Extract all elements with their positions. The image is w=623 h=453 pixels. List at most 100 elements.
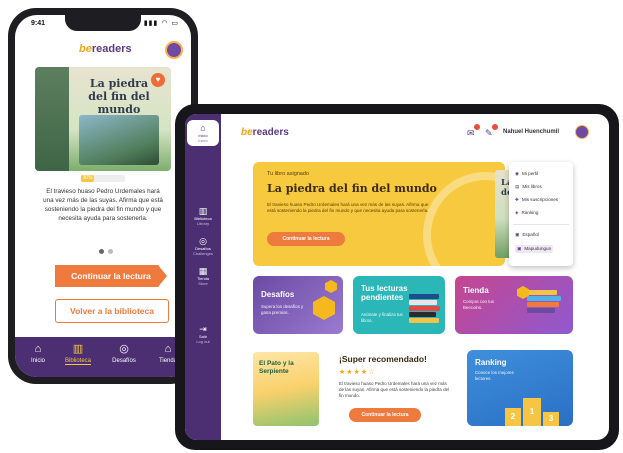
menu-item-my-books[interactable]: ▤ Mis libros xyxy=(515,184,542,190)
store-icon: ▦ xyxy=(198,266,208,276)
nav-label: Inicio xyxy=(30,358,45,364)
reading-progress-bar: 30% xyxy=(81,175,125,182)
continue-reading-button[interactable]: Continuar la lectura xyxy=(55,265,167,287)
nav-item-inicio[interactable]: ⌂ Inicio xyxy=(21,343,55,364)
card-ranking[interactable]: Ranking Conoce los mejores lectores. 2 1… xyxy=(467,350,573,426)
podium-second: 2 xyxy=(505,408,521,426)
reading-progress-fill: 30% xyxy=(81,175,95,182)
card-subtitle: Conoce los mejores lectores. xyxy=(475,370,514,381)
carousel-dots xyxy=(97,241,115,259)
card-subtitle: Supera los desafíos y gana premios. xyxy=(261,304,304,315)
tablet-screen: ⌂ Inicio Inicio ▥ Biblioteca Library ◎ D… xyxy=(185,114,609,440)
menu-item-lang-mapudungun[interactable]: ▣ Mapudungun xyxy=(515,245,554,253)
nav-label: Biblioteca xyxy=(64,358,91,365)
super-recommended-section: El Pato y la Serpiente ¡Super recomendad… xyxy=(253,344,453,432)
menu-item-lang-espanol[interactable]: ▣ Español xyxy=(515,232,539,238)
phone-header: bereaders xyxy=(15,35,191,63)
menu-item-ranking[interactable]: ◈ Ranking xyxy=(515,210,538,216)
hero-eyebrow: Tu libro asignado xyxy=(267,171,309,177)
sidebar-item-sublabel: Log out xyxy=(196,339,210,344)
carousel-dot[interactable] xyxy=(108,249,113,254)
menu-item-profile[interactable]: ◉ Mi perfil xyxy=(515,171,538,177)
carousel-dot-active[interactable] xyxy=(99,249,104,254)
sidebar-item-tienda[interactable]: ▦ Tienda Store xyxy=(187,266,219,286)
app-logo[interactable]: bereaders xyxy=(241,127,289,138)
book-cover-illustration xyxy=(79,115,159,165)
phone-device: 9:41 ▮▮▮ ◠ ▭ bereaders La piedra del fin… xyxy=(8,8,198,384)
hero-title: La piedra del fin del mundo xyxy=(267,182,437,195)
avatar[interactable] xyxy=(575,125,589,139)
user-name[interactable]: Nahuel Huenchumil xyxy=(503,129,559,135)
book-cover[interactable]: La piedra del fin del mundo ♥ xyxy=(35,67,171,171)
card-subtitle: Compra con tus Beecoins. xyxy=(463,299,494,310)
phone-screen: 9:41 ▮▮▮ ◠ ▭ bereaders La piedra del fin… xyxy=(15,15,191,377)
sidebar-item-inicio[interactable]: ⌂ Inicio Inicio xyxy=(187,120,219,146)
status-time: 9:41 xyxy=(31,20,46,27)
card-subtitle: Anímate y finaliza tus libros. xyxy=(361,312,403,323)
gift-books-icon xyxy=(527,290,563,314)
book-cover-title: La piedra del fin del mundo xyxy=(88,77,150,116)
assigned-book-banner: Tu libro asignado La piedra del fin del … xyxy=(253,162,505,266)
user-menu-dropdown: ◉ Mi perfil ▤ Mis libros ✚ Mis suscripcione… xyxy=(509,162,573,266)
recommended-description: El travieso huaso Pedro Urdemales hará u… xyxy=(339,381,450,398)
status-icons: ▮▮▮ ◠ ▭ xyxy=(143,20,179,27)
hexagon-badge-icon xyxy=(313,296,335,320)
recommended-book-cover-title: El Pato y la Serpiente xyxy=(259,360,294,375)
hero-description: El travieso huaso Pedro Urdemales hará u… xyxy=(267,202,429,213)
podium-first: 1 xyxy=(523,398,541,426)
sidebar-item-biblioteca[interactable]: ▥ Biblioteca Library xyxy=(187,206,219,226)
notification-badge xyxy=(492,124,498,130)
rating-stars: ★★★★☆ xyxy=(339,369,376,376)
sidebar-item-sublabel: Inicio xyxy=(198,138,208,143)
phone-notch xyxy=(65,15,141,31)
tablet-device: ⌂ Inicio Inicio ▥ Biblioteca Library ◎ D… xyxy=(175,104,619,450)
recommended-book-cover[interactable]: El Pato y la Serpiente xyxy=(253,352,319,426)
coin-icon xyxy=(325,280,337,293)
flag-chile-icon: ▣ xyxy=(515,232,520,237)
card-tienda[interactable]: Tienda Compra con tus Beecoins. xyxy=(455,276,573,334)
card-desafios[interactable]: Desafíos Supera los desafíos y gana prem… xyxy=(253,276,343,334)
continue-reading-button[interactable]: Continuar la lectura xyxy=(349,408,421,422)
app-logo[interactable]: bereaders xyxy=(79,43,132,55)
continue-reading-button[interactable]: Continuar la lectura xyxy=(267,232,345,246)
plus-icon: ✚ xyxy=(515,197,519,202)
logout-icon: ⇥ xyxy=(199,324,207,334)
notification-badge xyxy=(474,124,480,130)
card-title: Ranking xyxy=(475,358,507,367)
nav-item-desafios[interactable]: ◎ Desafíos xyxy=(107,343,141,364)
back-to-library-button[interactable]: Volver a la biblioteca xyxy=(55,299,169,323)
menu-divider xyxy=(513,224,569,225)
book-icon: ▤ xyxy=(515,184,520,189)
home-icon: ⌂ xyxy=(34,343,42,355)
library-icon: ▥ xyxy=(72,343,84,355)
target-icon: ◎ xyxy=(199,236,207,246)
sidebar-item-logout[interactable]: ⇥ Salir Log out xyxy=(187,324,219,344)
menu-item-subscriptions[interactable]: ✚ Mis suscripciones xyxy=(515,197,558,203)
sidebar: ⌂ Inicio Inicio ▥ Biblioteca Library ◎ D… xyxy=(185,114,221,440)
sidebar-item-sublabel: Challenges xyxy=(192,251,213,256)
bottom-nav: ⌂ Inicio ▥ Biblioteca ◎ Desafíos ⌂ Tiend… xyxy=(15,337,191,377)
flag-mapuche-icon: ▣ xyxy=(517,246,522,251)
library-icon: ▥ xyxy=(198,206,208,216)
book-cover-art-left xyxy=(35,67,69,171)
card-title: Tienda xyxy=(463,286,489,295)
edit-icon[interactable]: ✎ xyxy=(485,128,493,139)
tablet-header: bereaders ✉ ✎ Nahuel Huenchumil xyxy=(221,114,609,150)
nav-item-biblioteca[interactable]: ▥ Biblioteca xyxy=(61,343,95,365)
card-title: Desafíos xyxy=(261,290,295,299)
book-stack-icon xyxy=(409,294,441,324)
podium-third: 3 xyxy=(543,412,559,426)
avatar[interactable] xyxy=(165,41,183,59)
heart-icon[interactable]: ♥ xyxy=(151,73,165,87)
user-icon: ◉ xyxy=(515,171,520,176)
sidebar-item-sublabel: Store xyxy=(198,281,208,286)
home-icon: ⌂ xyxy=(200,123,206,133)
ranking-icon: ◈ xyxy=(515,210,519,215)
mail-icon[interactable]: ✉ xyxy=(467,128,475,139)
recommended-title: ¡Super recomendado! xyxy=(339,354,427,364)
nav-label: Desafíos xyxy=(112,358,136,364)
sidebar-item-sublabel: Library xyxy=(196,221,210,226)
card-lecturas-pendientes[interactable]: Tus lecturas pendientes Anímate y finali… xyxy=(353,276,445,334)
sidebar-item-desafios[interactable]: ◎ Desafíos Challenges xyxy=(187,236,219,256)
book-description: El travieso huaso Pedro Urdemales hará u… xyxy=(43,188,163,222)
